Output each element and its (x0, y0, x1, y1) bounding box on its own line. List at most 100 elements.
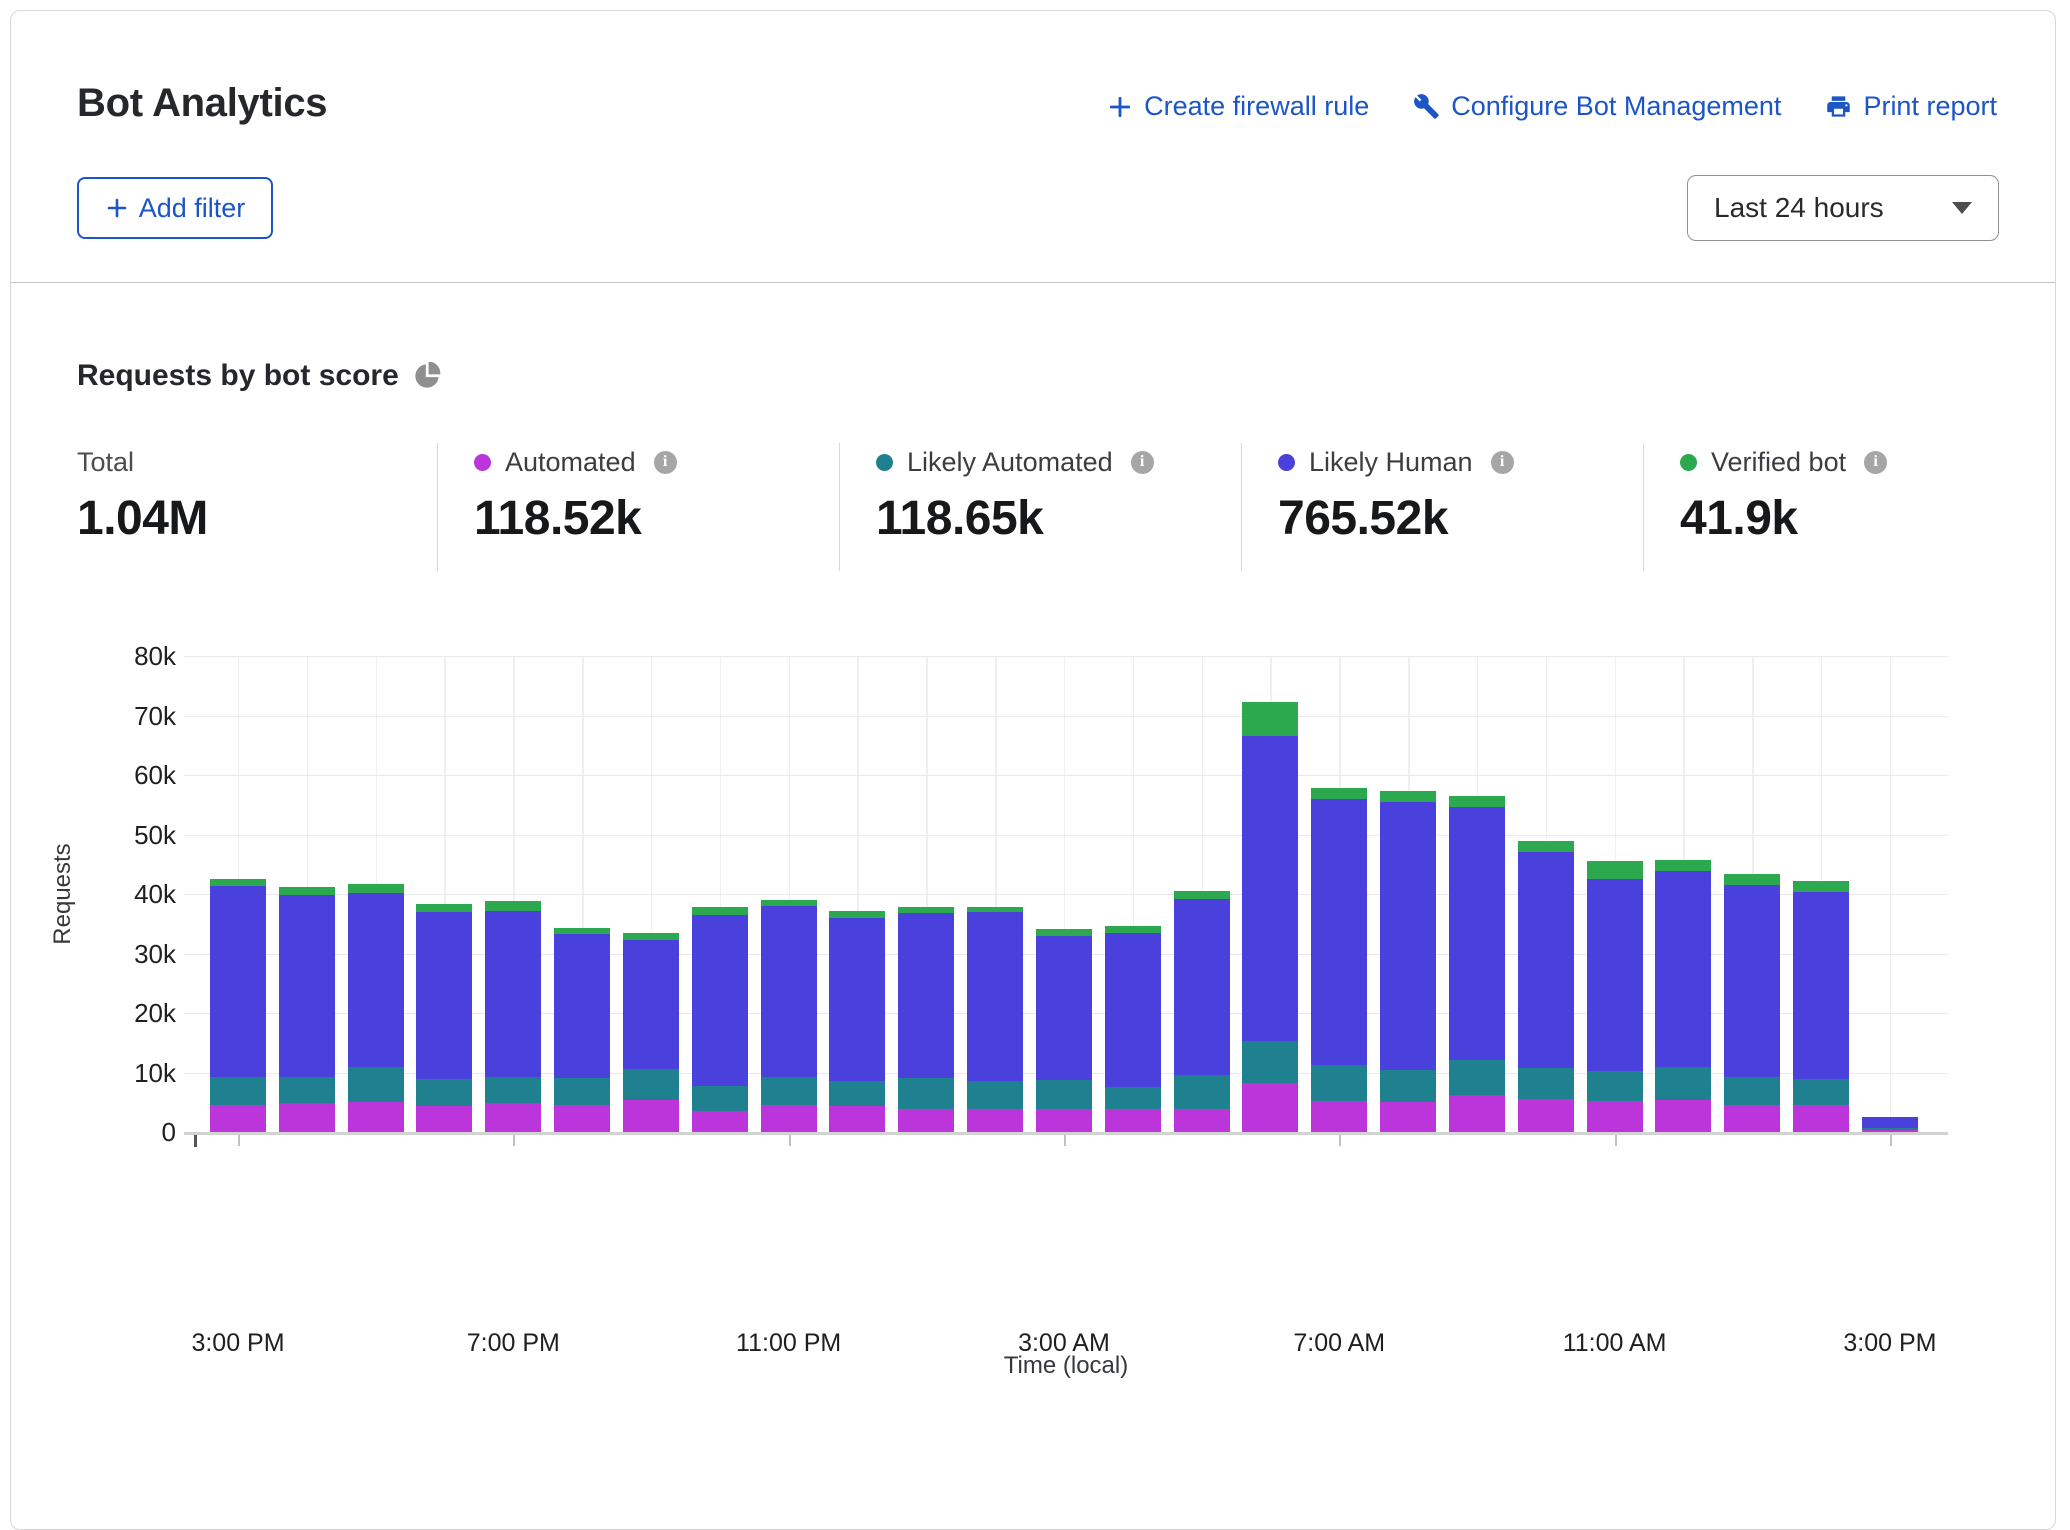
bar-segment-likely-human[interactable] (623, 940, 679, 1069)
bar-segment-likely-human[interactable] (1380, 802, 1436, 1070)
chart-bar-2-00-pm[interactable] (1793, 881, 1849, 1132)
bar-segment-likely-human[interactable] (761, 906, 817, 1077)
bar-segment-likely-human[interactable] (1655, 871, 1711, 1066)
bar-segment-automated[interactable] (1655, 1100, 1711, 1132)
bar-segment-likely-human[interactable] (898, 913, 954, 1078)
chart-bar-12-00-am[interactable] (829, 911, 885, 1132)
bar-segment-automated[interactable] (554, 1105, 610, 1132)
bar-segment-likely-automated[interactable] (1724, 1077, 1780, 1104)
bar-segment-automated[interactable] (1380, 1102, 1436, 1132)
chart-bar-6-00-am[interactable] (1242, 702, 1298, 1132)
bar-segment-automated[interactable] (829, 1106, 885, 1132)
bar-segment-verified-bot[interactable] (1036, 929, 1092, 937)
chart-bar-8-00-pm[interactable] (554, 928, 610, 1132)
chart-bar-1-00-am[interactable] (898, 906, 954, 1132)
bar-segment-automated[interactable] (761, 1105, 817, 1132)
bar-segment-likely-automated[interactable] (1587, 1071, 1643, 1101)
bar-segment-verified-bot[interactable] (1242, 702, 1298, 737)
bar-segment-likely-human[interactable] (210, 886, 266, 1076)
bar-segment-likely-human[interactable] (1793, 892, 1849, 1079)
bar-segment-likely-automated[interactable] (279, 1077, 335, 1104)
bar-segment-verified-bot[interactable] (1105, 926, 1161, 933)
chart-bar-10-00-am[interactable] (1518, 841, 1574, 1132)
bar-segment-automated[interactable] (1036, 1109, 1092, 1132)
bar-segment-automated[interactable] (1587, 1101, 1643, 1132)
bar-segment-likely-automated[interactable] (348, 1067, 404, 1102)
bar-segment-likely-automated[interactable] (1242, 1041, 1298, 1083)
bar-segment-likely-human[interactable] (348, 893, 404, 1067)
bar-segment-likely-automated[interactable] (623, 1069, 679, 1100)
bar-segment-verified-bot[interactable] (1655, 860, 1711, 871)
bar-segment-automated[interactable] (348, 1102, 404, 1132)
bar-segment-automated[interactable] (1105, 1109, 1161, 1132)
chart-bar-3-00-am[interactable] (1036, 929, 1092, 1132)
bar-segment-likely-automated[interactable] (829, 1081, 885, 1107)
chart-bar-1-00-pm[interactable] (1724, 874, 1780, 1132)
bar-segment-verified-bot[interactable] (1587, 861, 1643, 879)
bar-segment-likely-human[interactable] (485, 911, 541, 1077)
bar-segment-likely-human[interactable] (1105, 933, 1161, 1087)
bar-segment-automated[interactable] (1449, 1095, 1505, 1132)
bar-segment-automated[interactable] (210, 1105, 266, 1132)
bar-segment-likely-automated[interactable] (210, 1077, 266, 1105)
bar-segment-likely-human[interactable] (1449, 807, 1505, 1060)
chart-bar-2-00-am[interactable] (967, 906, 1023, 1132)
bar-segment-likely-automated[interactable] (1380, 1070, 1436, 1102)
bar-segment-automated[interactable] (1174, 1109, 1230, 1132)
chart-bar-5-00-pm[interactable] (348, 884, 404, 1132)
bar-segment-likely-human[interactable] (692, 915, 748, 1086)
bar-segment-likely-human[interactable] (1036, 936, 1092, 1079)
bar-segment-verified-bot[interactable] (485, 901, 541, 911)
bar-segment-likely-human[interactable] (1724, 885, 1780, 1078)
bar-segment-likely-automated[interactable] (692, 1086, 748, 1111)
bar-segment-automated[interactable] (692, 1111, 748, 1132)
bar-segment-likely-automated[interactable] (1793, 1079, 1849, 1105)
bar-segment-likely-automated[interactable] (1174, 1075, 1230, 1108)
bar-segment-automated[interactable] (485, 1103, 541, 1132)
bar-segment-likely-automated[interactable] (1518, 1068, 1574, 1099)
bar-segment-likely-automated[interactable] (416, 1079, 472, 1106)
bar-segment-verified-bot[interactable] (279, 887, 335, 895)
chart-bar-3-00-pm[interactable] (210, 879, 266, 1132)
bar-segment-likely-human[interactable] (829, 918, 885, 1081)
bar-segment-verified-bot[interactable] (1174, 891, 1230, 899)
bar-segment-likely-automated[interactable] (1036, 1080, 1092, 1110)
chart-bar-10-00-pm[interactable] (692, 907, 748, 1132)
chart-bar-9-00-pm[interactable] (623, 933, 679, 1132)
bar-segment-likely-automated[interactable] (554, 1078, 610, 1105)
bar-segment-automated[interactable] (967, 1109, 1023, 1132)
bar-segment-likely-automated[interactable] (1311, 1065, 1367, 1101)
bar-segment-automated[interactable] (1724, 1105, 1780, 1132)
chart-bar-6-00-pm[interactable] (416, 904, 472, 1132)
chart-bar-11-00-am[interactable] (1587, 861, 1643, 1132)
chart-bar-9-00-am[interactable] (1449, 796, 1505, 1132)
bar-segment-automated[interactable] (416, 1106, 472, 1132)
chart-bar-3-00-pm[interactable] (1862, 1117, 1918, 1132)
bar-segment-likely-human[interactable] (967, 912, 1023, 1081)
bar-segment-likely-automated[interactable] (898, 1078, 954, 1109)
bar-segment-verified-bot[interactable] (1793, 881, 1849, 892)
bar-segment-likely-automated[interactable] (1449, 1060, 1505, 1095)
bar-segment-verified-bot[interactable] (348, 884, 404, 893)
bar-segment-likely-human[interactable] (279, 895, 335, 1076)
bar-segment-likely-human[interactable] (416, 912, 472, 1079)
chart-bar-5-00-am[interactable] (1174, 891, 1230, 1132)
chart-bar-4-00-am[interactable] (1105, 926, 1161, 1132)
bar-segment-likely-human[interactable] (1518, 852, 1574, 1067)
chart-bar-4-00-pm[interactable] (279, 887, 335, 1132)
bar-segment-automated[interactable] (1242, 1083, 1298, 1132)
chart-bar-7-00-am[interactable] (1311, 788, 1367, 1132)
bar-segment-verified-bot[interactable] (1724, 874, 1780, 885)
bar-segment-likely-automated[interactable] (485, 1077, 541, 1104)
bar-segment-verified-bot[interactable] (1380, 791, 1436, 802)
bar-segment-verified-bot[interactable] (692, 907, 748, 915)
bar-segment-likely-automated[interactable] (1655, 1067, 1711, 1101)
chart-bar-8-00-am[interactable] (1380, 791, 1436, 1132)
bar-segment-likely-human[interactable] (1174, 899, 1230, 1076)
bar-segment-automated[interactable] (1518, 1099, 1574, 1132)
bar-segment-verified-bot[interactable] (210, 879, 266, 887)
bar-segment-automated[interactable] (898, 1109, 954, 1132)
bar-segment-likely-human[interactable] (1242, 736, 1298, 1041)
bar-segment-automated[interactable] (1793, 1105, 1849, 1132)
bar-segment-automated[interactable] (279, 1103, 335, 1132)
